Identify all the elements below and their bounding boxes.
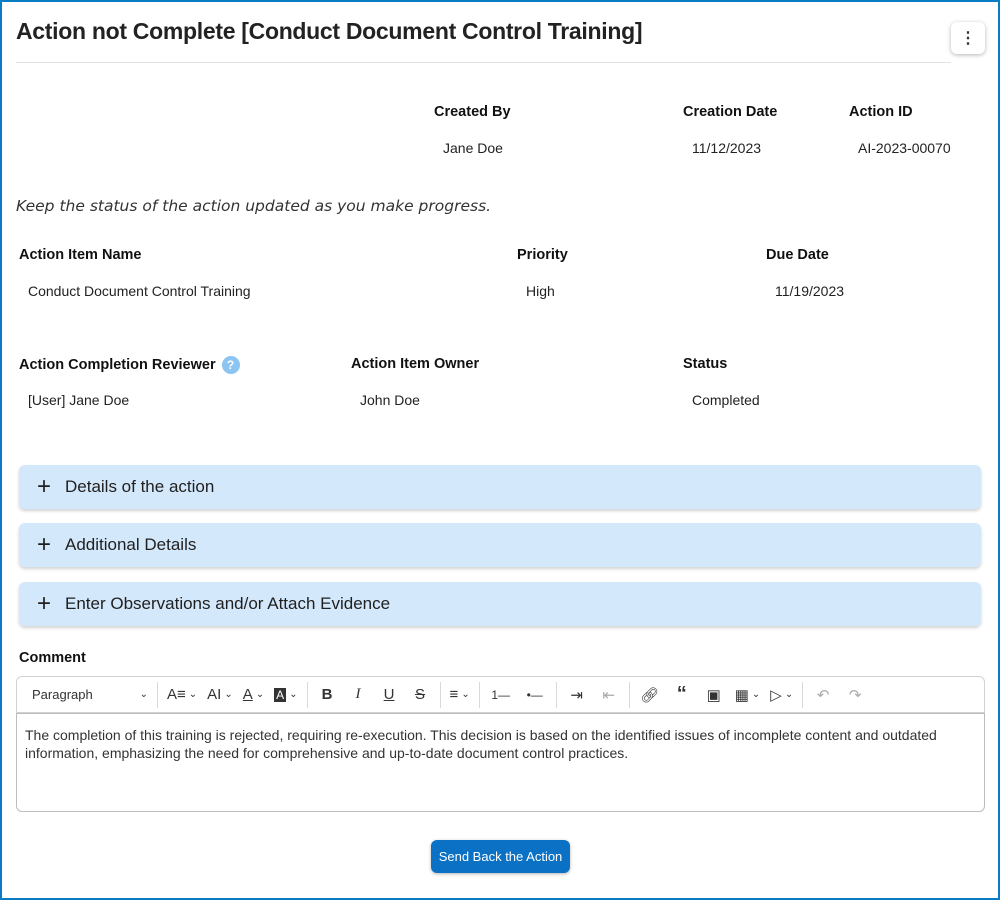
font-color-icon: A xyxy=(242,686,253,703)
media-icon: ▷ xyxy=(770,686,782,704)
plus-icon: + xyxy=(37,590,52,617)
due-date-label: Due Date xyxy=(766,247,829,263)
align-left-icon: ≡ xyxy=(449,686,459,703)
created-by-value: Jane Doe xyxy=(443,140,503,156)
comment-editor[interactable]: The completion of this training is rejec… xyxy=(16,713,985,812)
toolbar-separator xyxy=(157,681,158,708)
action-id-value: AI-2023-00070 xyxy=(858,140,951,156)
block-format-dropdown[interactable]: Paragraph ⌄ xyxy=(27,680,153,710)
creation-date-label: Creation Date xyxy=(683,104,778,120)
priority-label: Priority xyxy=(517,247,568,263)
strikethrough-button[interactable]: S xyxy=(405,680,436,710)
redo-button[interactable]: ↷ xyxy=(839,680,871,710)
created-by-label: Created By xyxy=(434,104,511,120)
link-button[interactable]: 🔗︎ xyxy=(634,680,666,710)
insert-media-button[interactable]: ▷ ⌄ xyxy=(765,680,798,710)
reviewer-label: Action Completion Reviewer xyxy=(19,356,216,373)
action-item-name-label: Action Item Name xyxy=(19,247,142,263)
indent-button[interactable]: ⇥ xyxy=(561,680,593,710)
toolbar-separator xyxy=(306,681,308,708)
redo-icon: ↷ xyxy=(848,686,862,704)
status-label: Status xyxy=(683,356,728,372)
toolbar-separator xyxy=(555,681,557,708)
chevron-down-icon: ⌄ xyxy=(224,689,233,700)
chevron-down-icon: ⌄ xyxy=(751,689,761,700)
toolbar-separator xyxy=(478,681,480,708)
text-height-icon: AI xyxy=(207,686,222,703)
status-value: Completed xyxy=(692,392,760,408)
status-hint: Keep the status of the action updated as… xyxy=(16,197,492,215)
more-options-button[interactable]: ⋮ xyxy=(951,22,985,54)
action-item-name-value: Conduct Document Control Training xyxy=(28,283,251,299)
chevron-down-icon: ⌄ xyxy=(139,689,148,700)
underline-icon: U xyxy=(383,686,395,703)
comment-label: Comment xyxy=(19,650,86,666)
background-color-button[interactable]: A ⌄ xyxy=(269,680,302,710)
numbered-list-icon: 1— xyxy=(491,687,511,702)
insert-table-button[interactable]: ▦ ⌄ xyxy=(730,680,766,710)
highlight-color-icon: A xyxy=(274,687,287,702)
undo-button[interactable]: ↶ xyxy=(807,680,839,710)
font-color-button[interactable]: A ⌄ xyxy=(238,680,269,710)
outdent-button[interactable]: ⇤ xyxy=(593,680,625,710)
image-icon: ▣ xyxy=(706,686,721,704)
bulleted-list-button[interactable]: •— xyxy=(518,680,552,710)
numbered-list-button[interactable]: 1— xyxy=(484,680,518,710)
due-date-value: 11/19/2023 xyxy=(775,283,845,299)
accordion-details-of-action[interactable]: + Details of the action xyxy=(19,465,981,509)
line-height-button[interactable]: AI ⌄ xyxy=(202,680,238,710)
blockquote-button[interactable]: “ xyxy=(666,680,698,710)
quote-icon: “ xyxy=(676,683,687,705)
align-button[interactable]: ≡ ⌄ xyxy=(445,680,475,710)
action-id-label: Action ID xyxy=(849,104,913,120)
page-title: Action not Complete [Conduct Document Co… xyxy=(16,18,643,44)
help-icon[interactable]: ? xyxy=(221,356,240,374)
editor-toolbar: Paragraph ⌄ A≡ ⌄ AI ⌄ A ⌄ A ⌄ B I U S ≡ ⌄ 1— •… xyxy=(16,676,985,713)
bold-icon: B xyxy=(321,686,333,703)
chevron-down-icon: ⌄ xyxy=(784,689,794,700)
italic-icon: I xyxy=(355,686,361,702)
divider xyxy=(16,62,951,63)
chevron-down-icon: ⌄ xyxy=(188,689,198,700)
toolbar-separator xyxy=(628,681,630,708)
block-format-value: Paragraph xyxy=(32,687,93,702)
plus-icon: + xyxy=(37,473,52,500)
font-size-icon: A≡ xyxy=(167,686,186,703)
bulleted-list-icon: •— xyxy=(526,687,543,702)
table-icon: ▦ xyxy=(734,686,749,704)
accordion-label: Details of the action xyxy=(65,477,215,496)
creation-date-value: 11/12/2023 xyxy=(692,140,762,156)
accordion-label: Additional Details xyxy=(65,535,197,554)
undo-icon: ↶ xyxy=(816,686,830,704)
italic-button[interactable]: I xyxy=(343,680,374,710)
reviewer-label-row: Action Completion Reviewer? xyxy=(19,356,240,374)
owner-label: Action Item Owner xyxy=(351,356,480,372)
chevron-down-icon: ⌄ xyxy=(289,689,298,700)
accordion-label: Enter Observations and/or Attach Evidenc… xyxy=(65,594,391,613)
owner-value: John Doe xyxy=(360,392,420,408)
toolbar-separator xyxy=(802,681,804,708)
indent-icon: ⇥ xyxy=(570,686,583,704)
kebab-menu-icon: ⋮ xyxy=(960,30,976,47)
accordion-observations-evidence[interactable]: + Enter Observations and/or Attach Eviden… xyxy=(19,582,981,626)
reviewer-value: [User] Jane Doe xyxy=(28,392,130,408)
priority-value: High xyxy=(526,283,555,299)
font-size-button[interactable]: A≡ ⌄ xyxy=(162,680,202,710)
toolbar-separator xyxy=(439,681,441,708)
link-icon: 🔗︎ xyxy=(640,686,660,704)
outdent-icon: ⇤ xyxy=(602,686,615,704)
bold-button[interactable]: B xyxy=(312,680,343,710)
accordion-additional-details[interactable]: + Additional Details xyxy=(19,523,981,567)
chevron-down-icon: ⌄ xyxy=(255,689,265,700)
strikethrough-icon: S xyxy=(415,686,426,703)
send-back-action-button[interactable]: Send Back the Action xyxy=(431,840,570,873)
chevron-down-icon: ⌄ xyxy=(461,689,470,700)
plus-icon: + xyxy=(37,531,52,558)
insert-image-button[interactable]: ▣ xyxy=(698,680,730,710)
underline-button[interactable]: U xyxy=(374,680,405,710)
